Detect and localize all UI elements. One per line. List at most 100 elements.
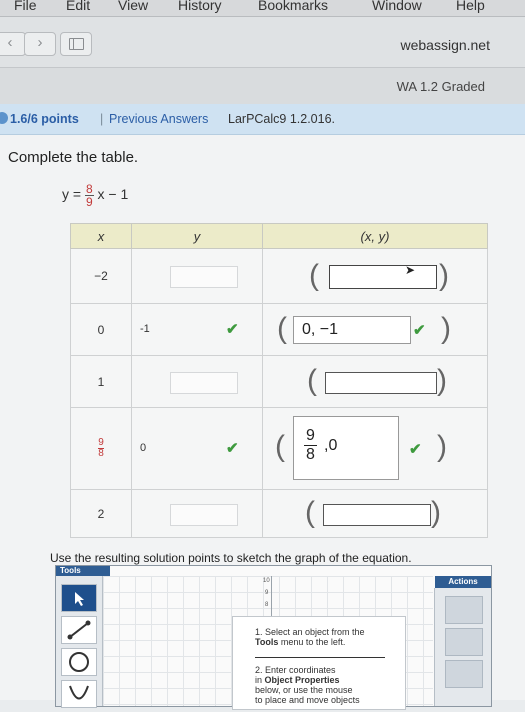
y-input[interactable] (192, 320, 226, 340)
previous-answers-link[interactable]: Previous Answers (109, 104, 208, 134)
pair-cell: ( 9 8 ,0 ✔ ) (262, 407, 488, 490)
menu-bookmarks[interactable]: Bookmarks (258, 0, 328, 13)
tools-header: Tools (56, 566, 110, 576)
address-bar[interactable]: webassign.net (400, 37, 490, 53)
x-fraction: 9 8 (98, 438, 104, 459)
select-tool[interactable] (61, 584, 97, 612)
x-cell: −2 (70, 248, 132, 304)
pointer-icon (75, 592, 84, 606)
parabola-tool[interactable] (61, 680, 97, 708)
pair-cell: ( ) (262, 489, 488, 538)
help-step-1-bold: Tools (255, 637, 279, 647)
paren-open: ( (305, 496, 315, 529)
pair-cell: ( ➤ ) (262, 248, 488, 304)
tab-bar: WA 1.2 Graded (0, 68, 525, 105)
help-step-1-text-2: menu to the left. (280, 637, 346, 647)
y-cell (131, 355, 263, 408)
menu-history[interactable]: History (178, 0, 222, 13)
check-icon: ✔ (409, 441, 422, 458)
y-input[interactable] (170, 266, 238, 288)
check-icon: ✔ (413, 322, 426, 339)
header-y: y (131, 223, 263, 249)
points-label: 1.6/6 points (10, 112, 79, 126)
circle-icon (69, 652, 89, 672)
check-icon: ✔ (226, 440, 239, 457)
header-x: x (70, 223, 132, 249)
help-overlay: 1. Select an object from the Tools menu … (232, 616, 406, 710)
line-tool[interactable] (61, 616, 97, 644)
header-separator: | (100, 112, 104, 126)
tab-wa-graded[interactable]: WA 1.2 Graded (397, 79, 485, 94)
graph-instruction: Use the resulting solution points to ske… (50, 551, 412, 565)
paren-open: ( (275, 430, 285, 463)
help-step-2-text-2: in (255, 675, 263, 685)
equation: y = 8 9 x − 1 (62, 183, 128, 208)
graphing-tool: Tools 10 9 8 1. Select an object from th… (55, 565, 492, 710)
parabola-icon (69, 685, 89, 700)
question-content: Complete the table. y = 8 9 x − 1 x y (x… (0, 135, 525, 710)
y-input[interactable] (170, 371, 238, 394)
equation-rhs: x − 1 (97, 186, 129, 203)
paren-close: ) (441, 312, 451, 345)
y-tick-label: 9 (265, 590, 269, 596)
pair-fraction-numerator: 9 (304, 427, 317, 446)
y-answer: -1 (140, 322, 150, 335)
x-cell: 9 8 (70, 407, 132, 490)
check-icon: ✔ (226, 321, 239, 338)
pair-cell: ( ) (262, 355, 488, 408)
table-row: 9 8 0 ✔ ( 9 8 ,0 ✔ ) (70, 407, 488, 490)
pair-tail: ,0 (324, 437, 338, 454)
pair-answer[interactable]: 0, −1 (293, 316, 411, 344)
back-icon: ‹ (7, 34, 13, 51)
circle-tool[interactable] (61, 648, 97, 676)
help-step-2-text-4: to place and move objects (255, 695, 360, 705)
x-cell: 0 (70, 303, 132, 356)
question-bullet-icon (0, 112, 8, 124)
question-header: 1.6/6 points | Previous Answers LarPCalc… (0, 104, 525, 135)
table-row: −2 ( ➤ ) (70, 248, 488, 304)
sidebar-toggle-button[interactable] (60, 32, 92, 56)
help-step-2-text-3: below, or use the mouse (255, 685, 353, 695)
menu-window[interactable]: Window (372, 0, 422, 13)
solution-table: x y (x, y) −2 ( ➤ ) 0 -1 ✔ (0, −1 ✔) 1… (70, 223, 488, 538)
course-reference: LarPCalc9 1.2.016. (228, 112, 336, 126)
clear-all-button[interactable] (445, 596, 483, 624)
y-cell: -1 ✔ (131, 303, 263, 356)
sidebar-icon (69, 38, 84, 50)
fraction-denominator: 9 (85, 195, 93, 209)
back-button[interactable]: ‹ (0, 32, 26, 56)
y-tick-label: 10 (263, 578, 270, 584)
x-cell: 1 (70, 355, 132, 408)
menu-help[interactable]: Help (456, 0, 485, 13)
menu-bar: File Edit View History Bookmarks Window … (0, 0, 525, 17)
pair-answer[interactable]: 9 8 ,0 (293, 416, 399, 480)
actions-header: Actions (435, 576, 491, 588)
header-xy: (x, y) (262, 223, 488, 249)
pair-input[interactable] (323, 504, 431, 526)
table-row: 0 -1 ✔ ( 0, −1 ✔ ) (70, 303, 488, 356)
pair-input[interactable] (325, 372, 437, 394)
y-answer: 0 (140, 441, 147, 454)
menu-edit[interactable]: Edit (66, 0, 90, 13)
line-icon (67, 620, 91, 640)
table-row: 1 ( ) (70, 355, 488, 408)
pair-fraction-denominator: 8 (306, 446, 315, 463)
menu-view[interactable]: View (118, 0, 148, 13)
forward-icon: › (37, 34, 43, 51)
tools-panel (56, 576, 103, 708)
equation-lhs: y = (62, 186, 82, 203)
menu-file[interactable]: File (14, 0, 37, 13)
y-tick-label: 8 (265, 602, 269, 608)
forward-button[interactable]: › (24, 32, 56, 56)
y-cell: 0 ✔ (131, 407, 263, 490)
paren-close: ) (431, 496, 441, 529)
paren-close: ) (437, 364, 447, 397)
y-input[interactable] (170, 503, 238, 526)
arrow-cursor-icon: ➤ (405, 263, 416, 277)
help-step-2-text: 2. Enter coordinates (255, 665, 336, 675)
paren-open: ( (307, 364, 317, 397)
pair-input[interactable] (329, 265, 437, 289)
pair-cell: ( 0, −1 ✔ ) (262, 303, 488, 356)
delete-button[interactable] (445, 628, 483, 656)
fill-button[interactable] (445, 660, 483, 688)
